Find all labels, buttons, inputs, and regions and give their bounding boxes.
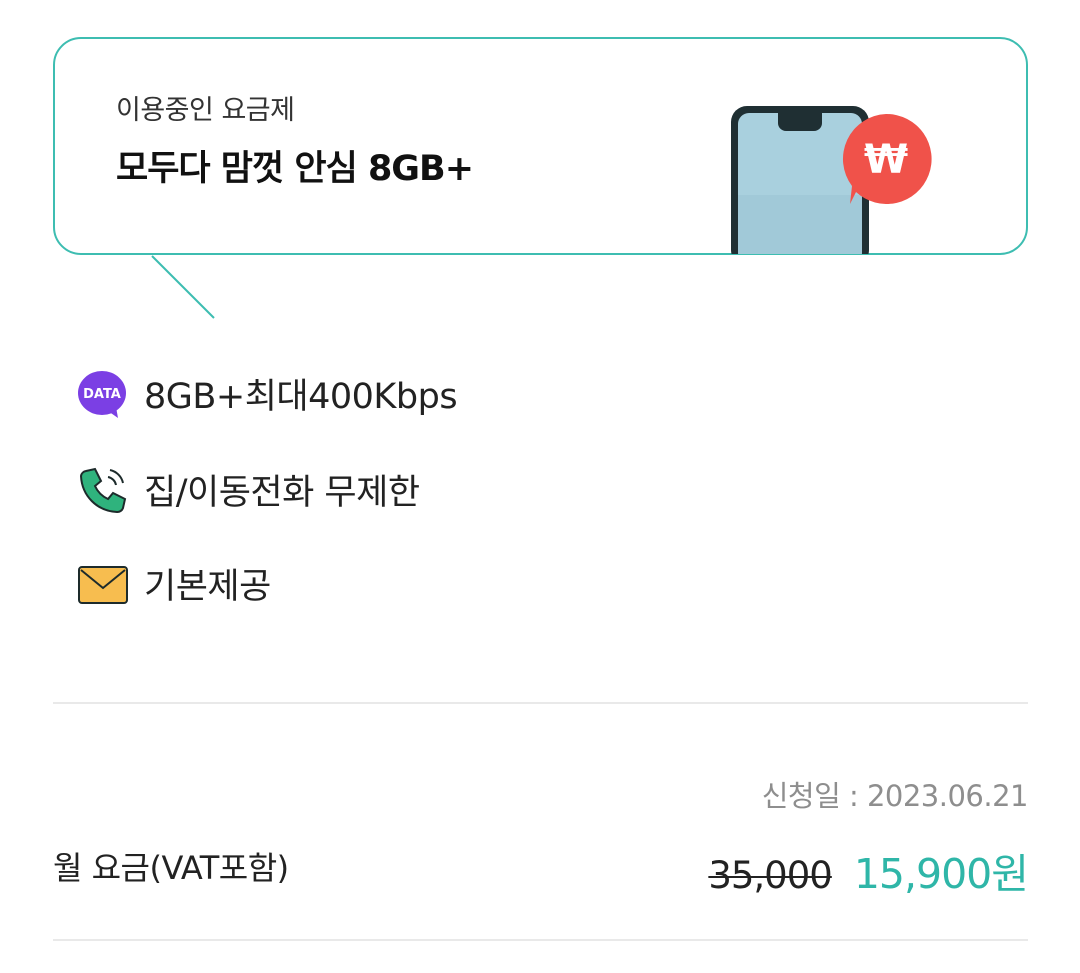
divider (53, 702, 1028, 704)
apply-date: 신청일 : 2023.06.21 (761, 779, 1029, 813)
phone-illustration: ₩ (731, 106, 932, 254)
data-icon: DATA (78, 369, 128, 419)
phone-call-icon (78, 465, 128, 515)
won-currency-icon: ₩ (842, 113, 932, 204)
monthly-fee-values: 35,000 15,900원 (708, 840, 1029, 900)
feature-call: 집/이동전화 무제한 (78, 464, 420, 515)
plan-caption: 이용중인 요금제 (116, 95, 295, 126)
sale-price: 15,900원 (853, 850, 1029, 898)
feature-message-text: 기본제공 (144, 567, 271, 607)
feature-data-text: 8GB+최대400Kbps (144, 377, 458, 417)
message-envelope-icon (78, 559, 128, 609)
original-price: 35,000 (708, 854, 832, 897)
feature-data: DATA 8GB+최대400Kbps (78, 368, 458, 419)
svg-text:DATA: DATA (83, 387, 121, 402)
feature-call-text: 집/이동전화 무제한 (144, 473, 420, 513)
monthly-fee-label: 월 요금(VAT포함) (53, 849, 289, 887)
divider (53, 939, 1028, 941)
feature-message: 기본제공 (78, 558, 271, 609)
plan-name: 모두다 맘껏 안심 8GB+ (116, 149, 474, 189)
svg-text:₩: ₩ (864, 137, 908, 183)
